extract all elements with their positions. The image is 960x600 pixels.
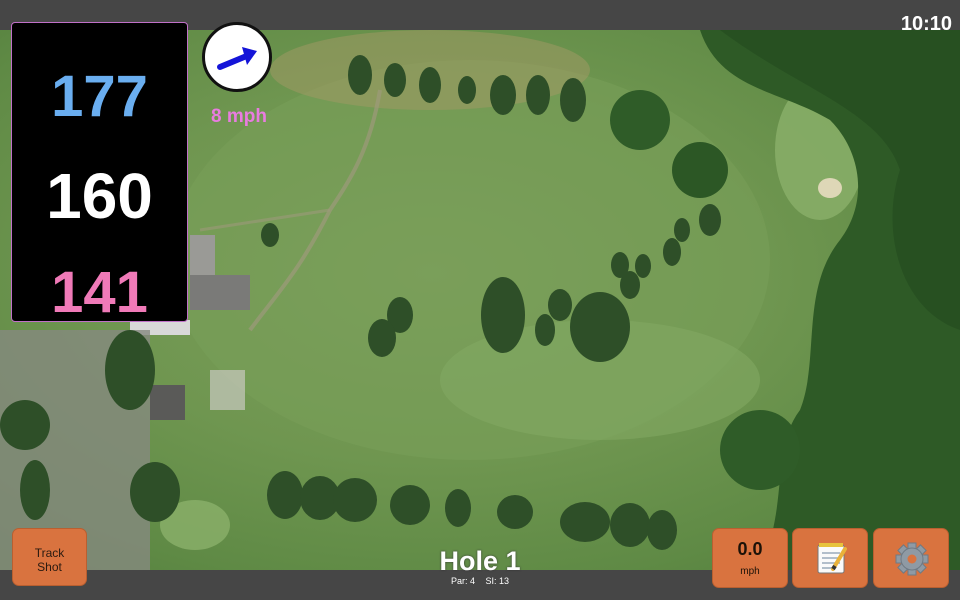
hole-par: Par: 4 — [450, 576, 475, 586]
track-shot-label-line1: Track — [34, 546, 65, 560]
front-distance: 141 — [51, 260, 148, 325]
back-distance: 177 — [51, 64, 148, 129]
track-shot-label-line2: Shot — [37, 560, 62, 574]
settings-button[interactable] — [873, 528, 949, 588]
wind-speed: 8 mph — [211, 106, 267, 127]
hole-info: Par: 4 SI: 13 — [400, 577, 560, 586]
speed-unit: mph — [740, 566, 760, 577]
wind-direction-dial — [202, 22, 272, 92]
shot-speed-button[interactable]: 0.0 mph — [712, 528, 788, 588]
distance-panel: 177 160 141 — [11, 22, 188, 325]
notes-button[interactable] — [792, 528, 868, 588]
arrow-right-up-icon — [217, 47, 257, 70]
gear-icon — [895, 542, 929, 576]
speed-value: 0.0 — [737, 539, 763, 559]
hole-stroke-index: SI: 13 — [485, 576, 510, 586]
track-shot-button[interactable]: Track Shot — [12, 528, 87, 586]
notepad-icon — [817, 543, 847, 574]
middle-distance: 160 — [46, 160, 153, 232]
hole-title: Hole 1 — [439, 546, 521, 576]
